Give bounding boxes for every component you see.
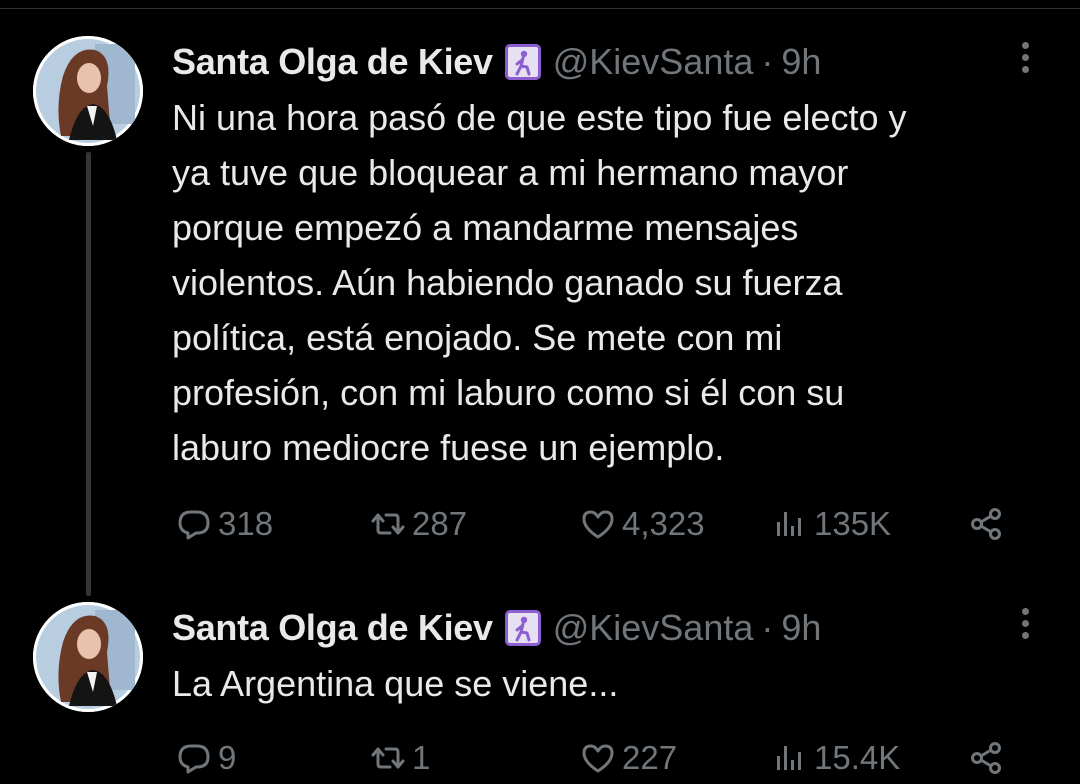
tweet-text-line: laburo mediocre fuese un ejemplo. bbox=[172, 427, 725, 468]
views-chart-icon bbox=[777, 512, 801, 536]
reply-button[interactable]: 9 bbox=[176, 736, 236, 780]
person-kneeling-emoji-icon bbox=[504, 610, 541, 646]
person-kneeling-emoji-icon bbox=[504, 44, 541, 80]
tweet-actions: 318 287 4,323 135K bbox=[0, 502, 1080, 546]
avatar-image bbox=[33, 602, 143, 712]
reply-button[interactable]: 318 bbox=[176, 502, 273, 546]
like-button[interactable]: 227 bbox=[580, 736, 677, 780]
view-count: 15.4K bbox=[814, 739, 901, 776]
heart-icon bbox=[582, 510, 614, 539]
tweet-text-line: política, está enojado. Se mete con mi bbox=[172, 317, 783, 358]
share-icon bbox=[971, 742, 1001, 774]
reply-icon bbox=[178, 744, 210, 774]
like-button[interactable]: 4,323 bbox=[580, 502, 705, 546]
user-handle[interactable]: @KievSanta bbox=[553, 41, 754, 83]
tweet-text: Ni una hora pasó de que este tipo fue el… bbox=[172, 90, 1052, 475]
retweet-icon bbox=[371, 513, 405, 535]
views-chart-icon bbox=[777, 746, 801, 770]
separator-dot: · bbox=[761, 41, 774, 82]
display-name[interactable]: Santa Olga de Kiev bbox=[172, 607, 493, 649]
share-icon bbox=[971, 508, 1001, 540]
like-count: 4,323 bbox=[622, 505, 705, 542]
tweet-text-line: La Argentina que se viene... bbox=[172, 663, 619, 704]
retweet-button[interactable]: 287 bbox=[370, 502, 467, 546]
more-options-icon[interactable] bbox=[1018, 42, 1032, 80]
views-button[interactable]: 135K bbox=[772, 502, 891, 546]
avatar[interactable] bbox=[33, 602, 143, 712]
timestamp[interactable]: 9h bbox=[781, 607, 821, 649]
tweet-text-line: ya tuve que bloquear a mi hermano mayor bbox=[172, 152, 849, 193]
retweet-count: 287 bbox=[412, 505, 468, 542]
tweet-thread: Santa Olga de Kiev @KievSanta · 9h Ni un… bbox=[0, 0, 1080, 784]
reply-count: 318 bbox=[218, 505, 274, 542]
tweet-text: La Argentina que se viene... bbox=[172, 656, 1052, 711]
tweet-text-line: violentos. Aún habiendo ganado su fuerza bbox=[172, 262, 843, 303]
heart-icon bbox=[582, 744, 614, 773]
divider bbox=[0, 8, 1080, 9]
reply-icon bbox=[178, 510, 210, 540]
timestamp[interactable]: 9h bbox=[781, 41, 821, 83]
tweet-text-line: Ni una hora pasó de que este tipo fue el… bbox=[172, 97, 907, 138]
user-handle[interactable]: @KievSanta bbox=[553, 607, 754, 649]
display-name[interactable]: Santa Olga de Kiev bbox=[172, 41, 493, 83]
view-count: 135K bbox=[814, 505, 892, 542]
reply-count: 9 bbox=[218, 739, 237, 776]
retweet-icon bbox=[371, 747, 405, 769]
tweet-header: Santa Olga de Kiev @KievSanta · 9h bbox=[172, 606, 821, 650]
share-button[interactable] bbox=[968, 502, 1004, 546]
avatar-image bbox=[33, 36, 143, 146]
tweet-text-line: porque empezó a mandarme mensajes bbox=[172, 207, 799, 248]
tweet-header: Santa Olga de Kiev @KievSanta · 9h bbox=[172, 40, 821, 84]
separator-dot: · bbox=[761, 607, 774, 648]
views-button[interactable]: 15.4K bbox=[772, 736, 900, 780]
retweet-button[interactable]: 1 bbox=[370, 736, 430, 780]
like-count: 227 bbox=[622, 739, 678, 776]
retweet-count: 1 bbox=[412, 739, 431, 776]
avatar[interactable] bbox=[33, 36, 143, 146]
tweet-actions: 9 1 227 15.4K bbox=[0, 736, 1080, 780]
more-options-icon[interactable] bbox=[1018, 608, 1032, 646]
tweet-text-line: profesión, con mi laburo como si él con … bbox=[172, 372, 845, 413]
share-button[interactable] bbox=[968, 736, 1004, 780]
